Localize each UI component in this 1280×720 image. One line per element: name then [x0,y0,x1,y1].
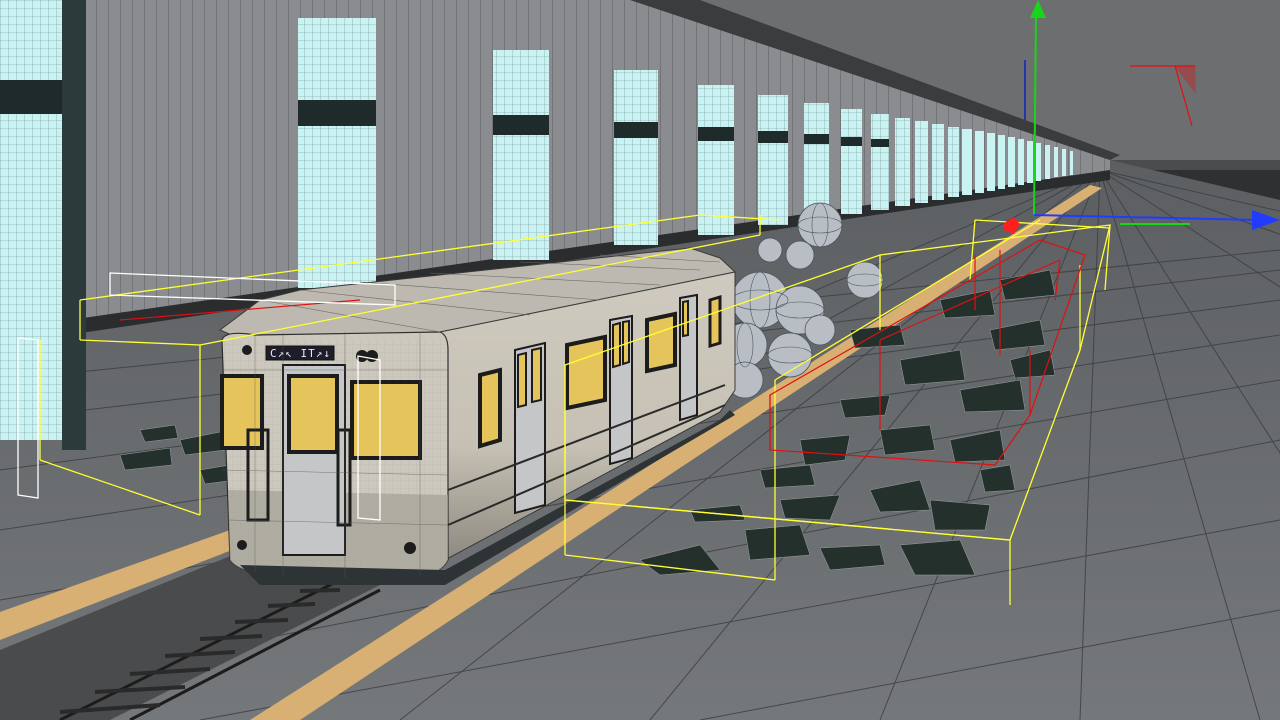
glass-column [975,131,984,193]
glass-column [1008,137,1015,187]
glass-column [915,121,928,203]
3d-viewport[interactable]: C↗↖ IT↗↓ [0,0,1280,720]
glass-column [614,70,658,245]
front-window-right [350,380,422,460]
glass-column [1027,141,1033,183]
glass-column [948,127,959,197]
headlight-left [242,345,252,355]
glass-column [698,85,734,235]
glass-column [1054,147,1058,177]
glass-column [1036,143,1041,181]
glass-column [895,118,910,206]
glass-column [871,114,889,210]
destination-sign-text: C↗↖ IT↗↓ [270,347,331,360]
glass-column [1062,149,1066,176]
destination-sign: C↗↖ IT↗↓ [265,345,335,361]
front-window-left [220,374,264,450]
glass-column [493,50,549,260]
glass-column [841,109,862,214]
glass-column [962,129,972,195]
glass-column [1018,139,1024,185]
glass-column [1070,151,1073,175]
glass-column [758,95,788,225]
glass-column [932,124,944,200]
front-door-window [287,374,339,454]
glass-column [298,18,376,288]
glass-column [804,103,829,218]
glass-column [987,133,995,191]
glass-column [1045,145,1050,179]
glass-column [998,135,1005,189]
glass-column [0,0,86,450]
